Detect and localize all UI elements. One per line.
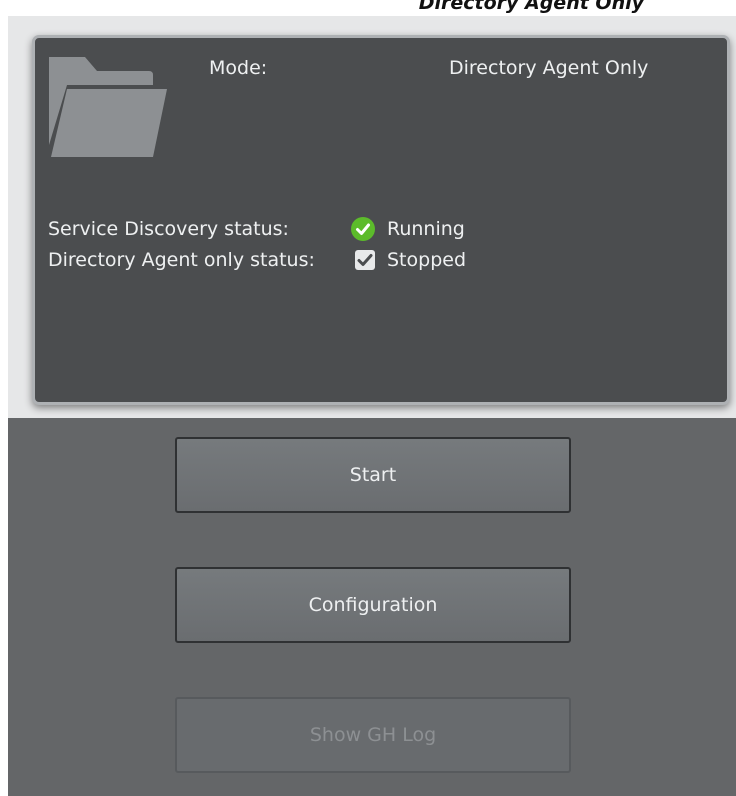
start-button[interactable]: Start [175,437,571,513]
directory-agent-status-label: Directory Agent only status: [48,249,315,271]
checkbox-checked-icon [355,250,375,270]
left-edge [0,16,8,796]
service-discovery-status-label: Service Discovery status: [48,218,289,240]
top-overflow-text: Directory Agent Only [418,0,644,14]
status-area: Mode: Directory Agent Only Service Disco… [8,16,736,418]
service-discovery-status-value: Running [387,218,465,240]
mode-label: Mode: [209,57,268,79]
folder-icon [49,57,167,157]
configuration-button[interactable]: Configuration [175,567,571,643]
green-check-circle-icon [351,217,375,241]
show-gh-log-button[interactable]: Show GH Log [175,697,571,773]
top-overflow-strip: Directory Agent Only [0,0,736,16]
info-panel: Mode: Directory Agent Only Service Disco… [32,35,730,405]
directory-agent-status-value: Stopped [387,249,467,271]
mode-value: Directory Agent Only [449,57,649,79]
